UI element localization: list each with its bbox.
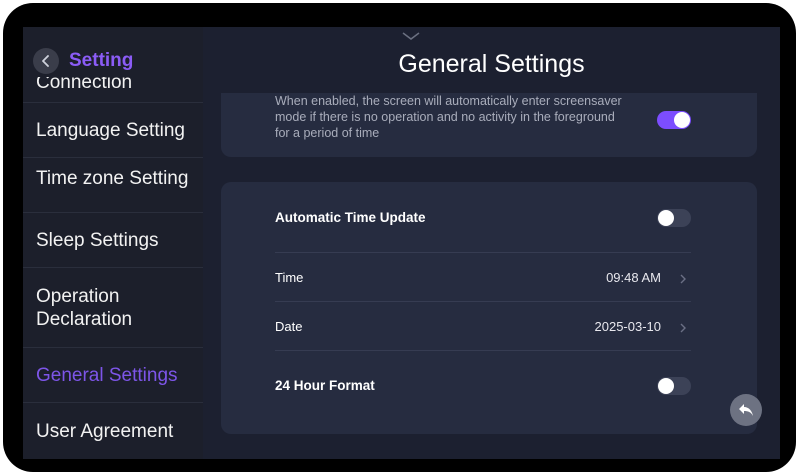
date-label: Date: [275, 319, 303, 334]
sidebar-item-label: General Settings: [36, 364, 178, 386]
sidebar-item-language[interactable]: Language Setting: [23, 103, 203, 158]
24-hour-format-row[interactable]: 24 Hour Format: [275, 351, 691, 411]
24-hour-format-toggle[interactable]: [657, 377, 691, 395]
sidebar-item-general[interactable]: General Settings: [23, 348, 203, 403]
main-panel: When enabled, the screen will automatica…: [203, 27, 780, 459]
auto-time-update-label: Automatic Time Update: [275, 210, 426, 225]
device-bezel: Connection Setting Language Setting Time…: [3, 3, 796, 472]
date-value: 2025-03-10: [594, 319, 662, 334]
auto-time-update-toggle[interactable]: [657, 209, 691, 227]
date-row[interactable]: Date 2025-03-10: [275, 302, 691, 350]
24-hour-format-label: 24 Hour Format: [275, 378, 375, 393]
sidebar-title[interactable]: Setting: [69, 50, 133, 72]
toggle-knob: [658, 378, 674, 394]
sidebar-item-label: Language Setting: [36, 119, 185, 141]
time-value: 09:48 AM: [606, 270, 661, 285]
chevron-left-icon: [42, 55, 49, 67]
sidebar-item-label: Time zone Setting: [36, 167, 189, 189]
header: General Settings: [203, 27, 780, 93]
time-label: Time: [275, 270, 304, 285]
page-title: General Settings: [398, 50, 585, 78]
screen: Connection Setting Language Setting Time…: [23, 27, 780, 459]
return-button[interactable]: [730, 394, 762, 426]
sidebar-item-timezone[interactable]: Time zone Setting: [23, 158, 203, 213]
sidebar-item-label: User Agreement: [36, 420, 174, 442]
sidebar-item-sleep[interactable]: Sleep Settings: [23, 213, 203, 268]
sidebar-item-operation-declaration[interactable]: Operation Declaration: [23, 268, 203, 348]
sidebar-item-label: Sleep Settings: [36, 229, 159, 251]
time-settings-card: Automatic Time Update Time 09:48 AM Date: [221, 182, 757, 434]
sidebar-item-user-agreement[interactable]: User Agreement: [23, 403, 203, 459]
chevron-right-icon: [680, 274, 686, 284]
toggle-knob: [674, 112, 690, 128]
sidebar-item-label: Operation Declaration: [36, 285, 133, 330]
sidebar: Connection Setting Language Setting Time…: [23, 27, 203, 459]
sidebar-header: Setting: [23, 27, 203, 77]
chevron-right-icon: [680, 323, 686, 333]
chevron-down-icon[interactable]: [401, 31, 421, 41]
back-button[interactable]: [33, 48, 59, 74]
toggle-knob: [658, 210, 674, 226]
auto-time-update-row[interactable]: Automatic Time Update: [275, 182, 691, 252]
return-arrow-icon: [739, 404, 753, 416]
screensaver-toggle[interactable]: [657, 111, 691, 129]
time-row[interactable]: Time 09:48 AM: [275, 253, 691, 301]
screensaver-description: When enabled, the screen will automatica…: [275, 94, 622, 140]
